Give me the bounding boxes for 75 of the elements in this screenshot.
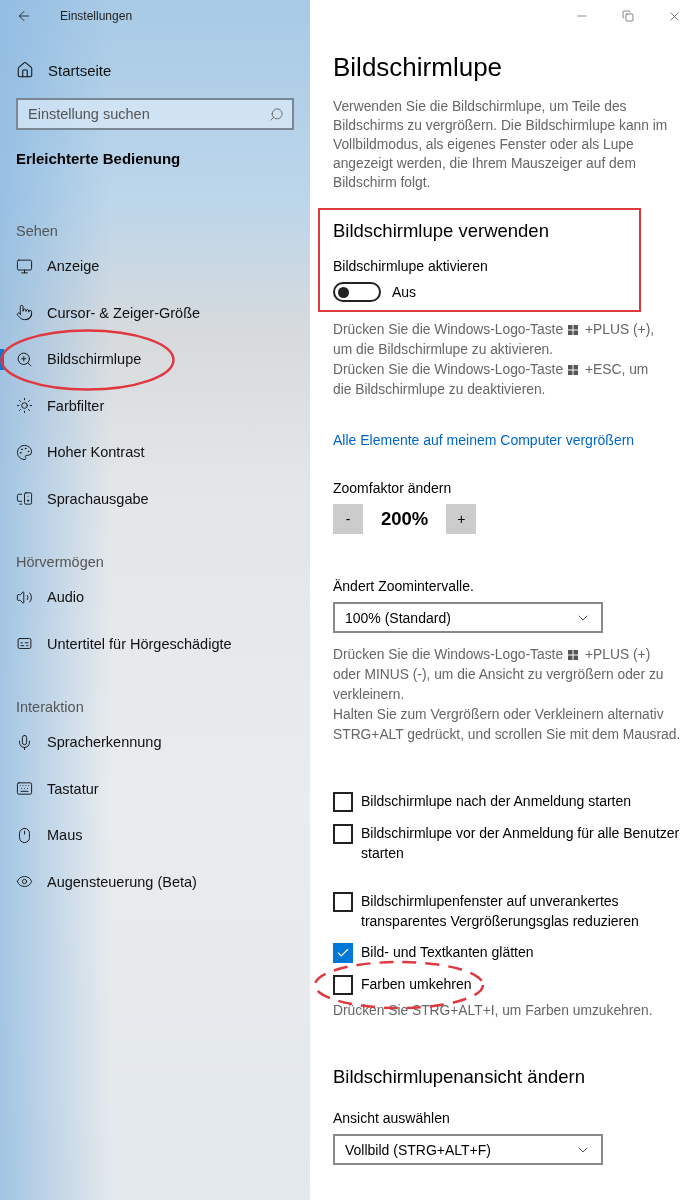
checkbox[interactable] [333, 892, 353, 912]
section-heading: Bildschirmlupe verwenden [333, 220, 550, 242]
scale-link[interactable]: Alle Elemente auf meinem Computer vergrößern [333, 432, 635, 448]
section-heading: Bildschirmlupenansicht ändern [333, 1066, 586, 1088]
help-text: die Bildschirmlupe zu deaktivieren. [333, 381, 547, 399]
zoom-label: Zoomfaktor ändern [333, 480, 453, 496]
sidebar-item[interactable]: Sprachausgabe [0, 475, 310, 522]
sidebar-item[interactable]: Anzeige [0, 243, 310, 290]
checkbox[interactable] [333, 824, 353, 844]
help-text: Drücken Sie die Windows-Logo-Taste [333, 647, 564, 662]
help-text: Drücken Sie STRG+ALT+I, um Farben umzukehren. [333, 1002, 654, 1020]
mouse-icon [16, 826, 33, 844]
sidebar-item[interactable]: Augensteuerung (Beta) [0, 858, 310, 905]
page-title: Bildschirmlupe [333, 52, 504, 83]
hand-pointer-icon [16, 304, 33, 322]
zoom-out-button[interactable]: - [333, 504, 363, 534]
search-field[interactable]: Einstellung suchen [16, 98, 294, 130]
monitor-speaker-icon [16, 490, 33, 508]
window-title: Einstellungen [60, 9, 133, 23]
search-icon [269, 106, 284, 122]
home-icon [16, 61, 34, 79]
help-text: +PLUS (+) [585, 647, 651, 662]
group-heading: Sehen [15, 223, 59, 239]
zoom-in-button[interactable]: + [446, 504, 477, 534]
help-text: +ESC, um [585, 362, 649, 377]
checkbox[interactable] [333, 943, 353, 963]
checkbox-label: Bildschirmlupenfenster auf unverankertes transparentes Vergrößerungsglas reduzieren [361, 892, 640, 931]
interval-dropdown[interactable]: 100% (Standard) [333, 602, 603, 633]
sidebar-item[interactable]: Bildschirmlupe [0, 336, 310, 383]
keyboard-icon [16, 780, 33, 798]
checkbox-label: Farben umkehren [361, 975, 473, 994]
zoom-value: 200% [380, 508, 430, 530]
palette-icon [16, 443, 33, 461]
group-heading: Interaktion [15, 699, 85, 715]
monitor-icon [16, 257, 33, 275]
interval-label: Ändert Zoomintervalle. [333, 578, 475, 594]
magnifier-icon [16, 350, 33, 368]
restore-icon [622, 10, 634, 22]
checkbox[interactable] [333, 792, 353, 812]
checkbox-label: Bildschirmlupe vor der Anmeldung für alle Benutzer starten [361, 824, 681, 863]
sidebar-item[interactable]: Farbfilter [0, 382, 310, 429]
toggle-state: Aus [392, 284, 417, 300]
help-text: +PLUS (+), [585, 322, 655, 337]
home-link[interactable]: Startseite [0, 50, 310, 90]
toggle-label: Bildschirmlupe aktivieren [333, 258, 489, 274]
help-text: Drücken Sie die Windows-Logo-Taste [333, 322, 564, 337]
sidebar-item[interactable]: Audio [0, 574, 310, 621]
help-text: um die Bildschirmlupe zu aktivieren. [333, 341, 555, 359]
help-text: Drücken Sie die Windows-Logo-Taste [333, 362, 564, 377]
sidebar-item[interactable]: Untertitel für Hörgeschädigte [0, 620, 310, 667]
checkbox[interactable] [333, 975, 353, 995]
group-heading: Hörvermögen [15, 554, 105, 570]
toggle-switch[interactable] [333, 282, 381, 302]
sun-icon [16, 397, 33, 415]
microphone-icon [16, 733, 33, 751]
help-text: oder MINUS (-), um die Ansicht zu vergrößern oder zu verkleinern. [333, 666, 665, 704]
speaker-icon [16, 588, 33, 606]
windows-logo-icon [568, 365, 579, 375]
view-label: Ansicht auswählen [333, 1110, 451, 1126]
sidebar-item[interactable]: Spracherkennung [0, 719, 310, 766]
sidebar-item[interactable]: Tastatur [0, 765, 310, 812]
help-text: Halten Sie zum Vergrößern oder Verkleinern alternativ STRG+ALT gedrückt, und scrollen Sie mit dem Mausrad. [333, 707, 681, 742]
checkbox-label: Bild- und Textkanten glätten [361, 943, 535, 962]
windows-logo-icon [568, 325, 579, 335]
checkbox-label: Bildschirmlupe nach der Anmeldung starten [361, 792, 633, 811]
category-title: Erleichterte Bedienung [15, 150, 182, 167]
sidebar-item[interactable]: Hoher Kontrast [0, 429, 310, 476]
windows-logo-icon [568, 650, 579, 660]
sidebar-item[interactable]: Cursor- & Zeiger-Größe [0, 289, 310, 336]
intro-text: Verwenden Sie die Bildschirmlupe, um Teile des Bildschirms zu vergrößern. Die Bildschirmlupe kann im Vollbildmodus, als eigenes Fenster oder als Lupe angezeigt werden, die Ihrem Mauszeiger auf dem Bildschirm folgt. [333, 98, 669, 192]
check-icon [336, 946, 350, 960]
sidebar-item[interactable]: Maus [0, 812, 310, 859]
view-dropdown[interactable]: Vollbild (STRG+ALT+F) [333, 1134, 603, 1165]
back-arrow-icon [16, 8, 32, 24]
search-input[interactable]: Einstellung suchen [26, 105, 230, 123]
